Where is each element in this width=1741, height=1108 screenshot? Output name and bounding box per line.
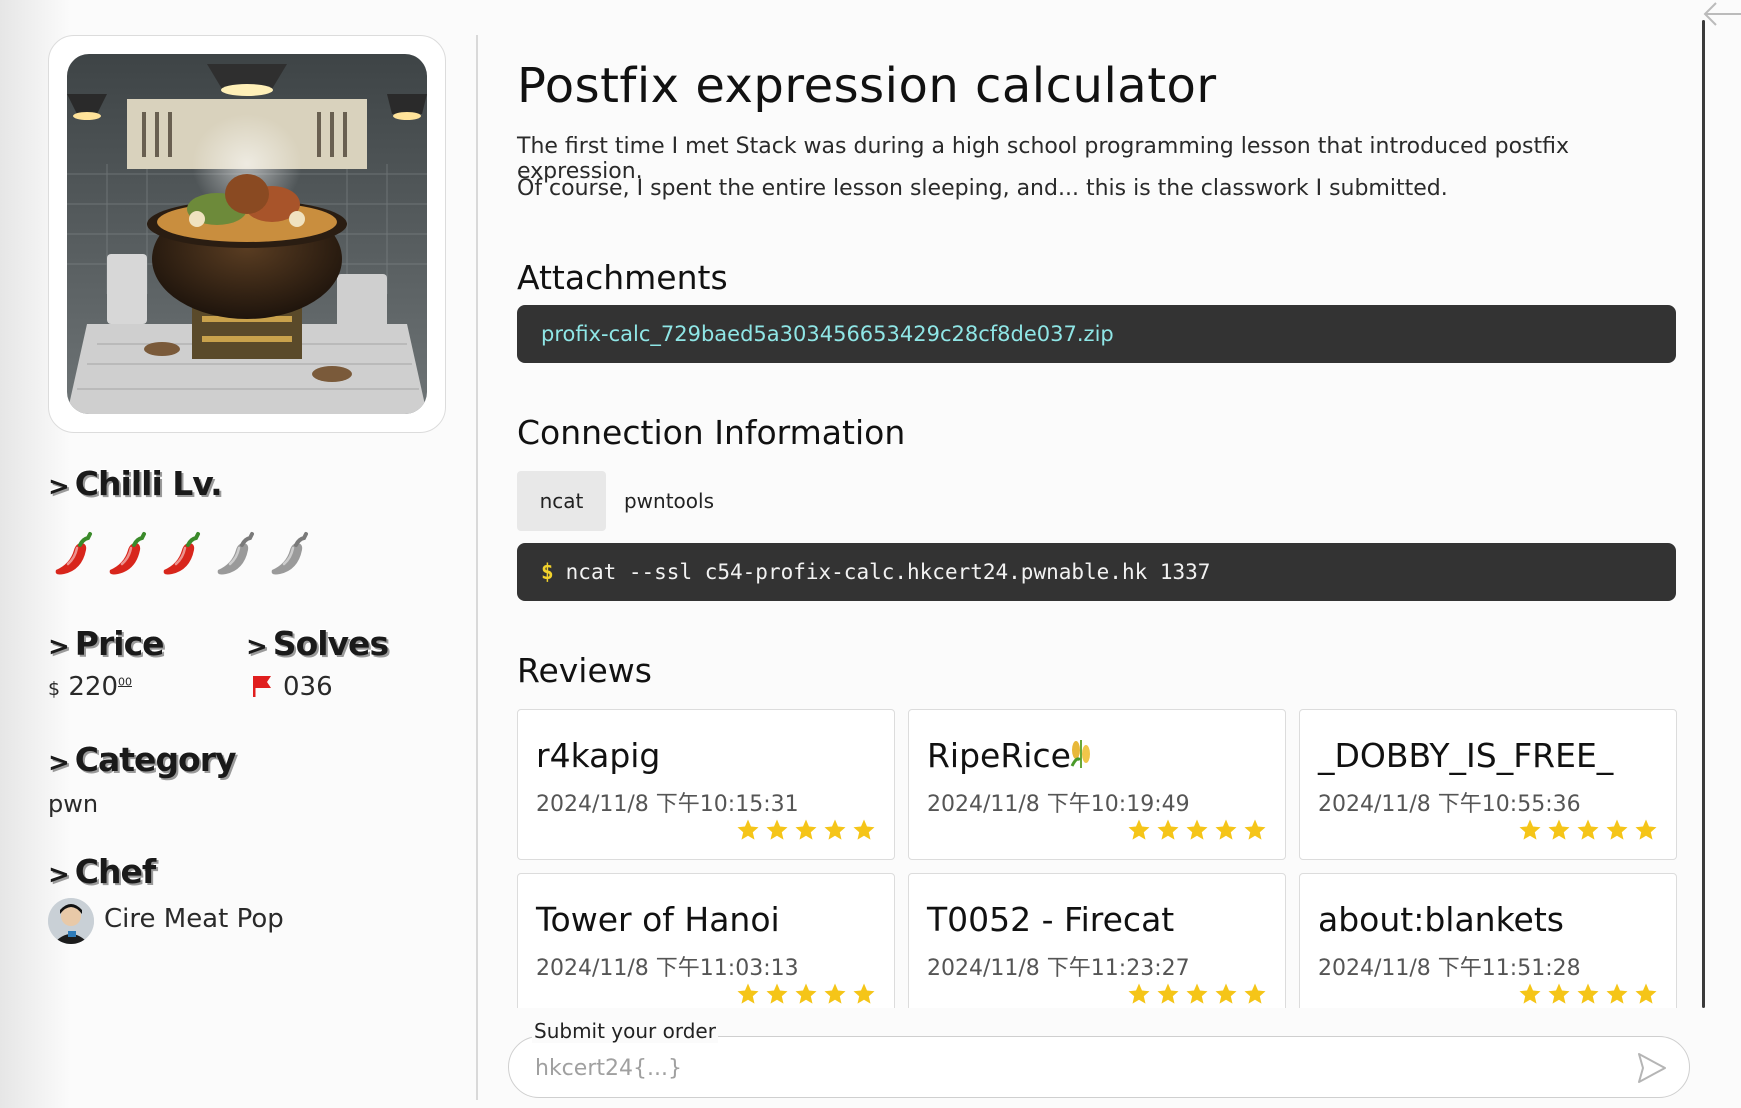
tab-pwntools[interactable]: pwntools (614, 471, 724, 531)
review-star-rating (1518, 818, 1658, 842)
challenge-description-line2: Of course, I spent the entire lesson sle… (517, 176, 1448, 201)
challenge-sidebar: > Chilli Lv. > Price $ 22000 > Solves 036 >… (0, 0, 478, 1108)
challenge-title: Postfix expression calculator (517, 58, 1217, 114)
review-timestamp: 2024/11/8 下午10:19:49 (927, 792, 1190, 817)
star-icon (1244, 819, 1266, 840)
category-heading: > Category (48, 740, 237, 779)
review-card: T0052 - Firecat 2024/11/8 下午11:23:27 (908, 873, 1286, 1008)
review-timestamp: 2024/11/8 下午11:23:27 (927, 956, 1190, 981)
price-value: $ 22000 (48, 672, 132, 702)
chilli-pepper-icon (109, 532, 146, 575)
review-star-rating (736, 818, 876, 842)
review-star-rating (1127, 818, 1267, 842)
star-icon (1606, 819, 1628, 840)
reviews-grid: r4kapig 2024/11/8 下午10:15:31 RipeRice 2024/… (517, 709, 1687, 1008)
star-icon (853, 819, 875, 840)
chilli-pepper-icon (163, 532, 200, 575)
review-timestamp: 2024/11/8 下午11:51:28 (1318, 956, 1581, 981)
review-timestamp: 2024/11/8 下午10:55:36 (1318, 792, 1581, 817)
star-icon (1157, 819, 1179, 840)
review-card: Tower of Hanoi 2024/11/8 下午11:03:13 (517, 873, 895, 1008)
solves-count: 036 (283, 672, 333, 702)
review-timestamp: 2024/11/8 下午10:15:31 (536, 792, 799, 817)
review-card: RipeRice 2024/11/8 下午10:19:49 (908, 709, 1286, 860)
attachment-box: profix-calc_729baed5a303456653429c28cf8d… (517, 305, 1676, 363)
rice-plant-icon (1070, 740, 1090, 768)
star-icon (1186, 819, 1208, 840)
shell-prompt: $ (541, 560, 554, 584)
flag-icon (253, 676, 271, 697)
star-icon (795, 983, 817, 1004)
send-icon[interactable] (1633, 1050, 1669, 1086)
star-icon (1186, 983, 1208, 1004)
star-icon (1519, 983, 1541, 1004)
star-icon (1548, 819, 1570, 840)
category-value: pwn (48, 790, 99, 818)
star-icon (737, 983, 759, 1004)
reviewer-name: RipeRice (927, 736, 1071, 775)
review-timestamp: 2024/11/8 下午11:03:13 (536, 956, 799, 981)
star-icon (1606, 983, 1628, 1004)
chilli-pepper-empty-icon (271, 532, 308, 575)
reviewer-name: T0052 - Firecat (927, 900, 1175, 939)
connection-info-heading: Connection Information (517, 413, 906, 452)
tab-ncat[interactable]: ncat (517, 471, 606, 531)
star-icon (1519, 819, 1541, 840)
star-icon (1215, 983, 1237, 1004)
star-icon (1215, 819, 1237, 840)
attachments-heading: Attachments (517, 258, 728, 297)
review-star-rating (1518, 982, 1658, 1006)
star-icon (853, 983, 875, 1004)
star-icon (737, 819, 759, 840)
review-star-rating (736, 982, 876, 1006)
price-heading: > Price (48, 624, 165, 663)
star-icon (1635, 983, 1657, 1004)
back-arrow-icon[interactable] (1700, 0, 1741, 30)
star-icon (1577, 983, 1599, 1004)
reviews-heading: Reviews (517, 651, 652, 690)
star-icon (1577, 819, 1599, 840)
reviewer-name: r4kapig (536, 736, 661, 775)
star-icon (1128, 819, 1150, 840)
chilli-pepper-icon (55, 532, 92, 575)
review-card: _DOBBY_IS_FREE_ 2024/11/8 下午10:55:36 (1299, 709, 1677, 860)
scrollbar[interactable] (1702, 20, 1705, 1008)
chef-heading: > Chef (48, 852, 156, 891)
review-star-rating (1127, 982, 1267, 1006)
connection-command-box[interactable]: $ ncat --ssl c54-profix-calc.hkcert24.pw… (517, 543, 1676, 601)
solves-heading: > Solves (246, 624, 389, 663)
chilli-pepper-empty-icon (217, 532, 254, 575)
flag-input-container (508, 1036, 1690, 1098)
star-icon (1635, 819, 1657, 840)
star-icon (795, 819, 817, 840)
star-icon (1244, 983, 1266, 1004)
sidebar-divider (476, 35, 478, 1100)
chef-name[interactable]: Cire Meat Pop (104, 904, 284, 934)
review-card: r4kapig 2024/11/8 下午10:15:31 (517, 709, 895, 860)
reviewer-name: _DOBBY_IS_FREE_ (1318, 736, 1614, 775)
dish-image-card (48, 35, 446, 433)
star-icon (1157, 983, 1179, 1004)
chef-avatar[interactable] (48, 898, 94, 944)
dish-image (67, 54, 427, 414)
connection-command[interactable]: ncat --ssl c54-profix-calc.hkcert24.pwna… (566, 560, 1211, 584)
star-icon (1128, 983, 1150, 1004)
flag-input[interactable] (533, 1047, 1607, 1089)
attachment-download-link[interactable]: profix-calc_729baed5a303456653429c28cf8d… (541, 322, 1114, 346)
star-icon (1548, 983, 1570, 1004)
reviewer-name: Tower of Hanoi (536, 900, 780, 939)
star-icon (824, 983, 846, 1004)
review-card: about:blankets 2024/11/8 下午11:51:28 (1299, 873, 1677, 1008)
star-icon (824, 819, 846, 840)
star-icon (766, 983, 788, 1004)
reviewer-name: about:blankets (1318, 900, 1564, 939)
order-label: Submit your order (532, 1019, 718, 1043)
chilli-level-heading: > Chilli Lv. (48, 464, 223, 503)
star-icon (766, 819, 788, 840)
